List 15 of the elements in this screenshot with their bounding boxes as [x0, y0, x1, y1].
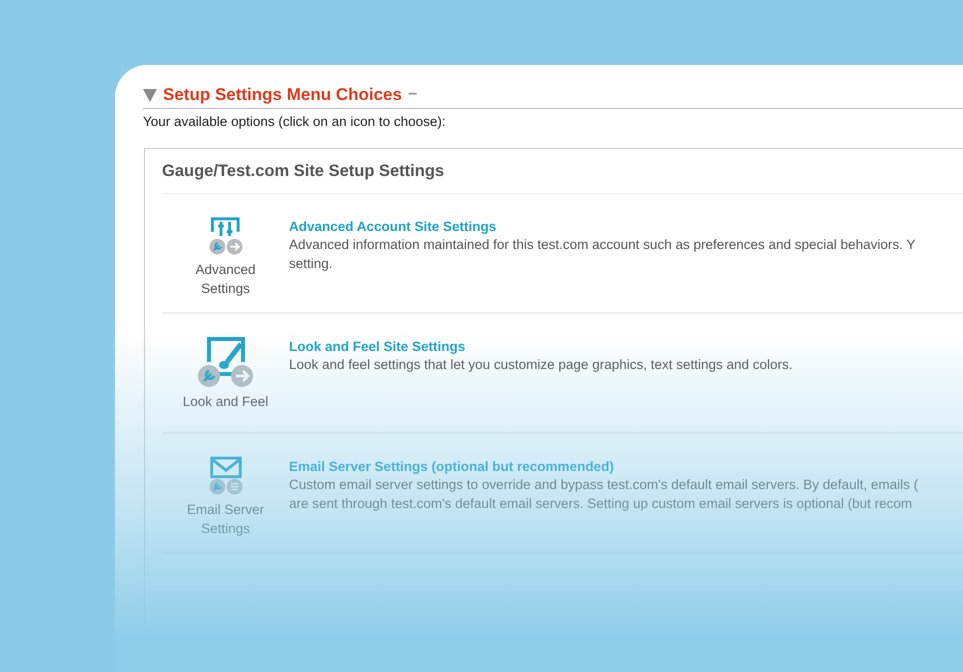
option-title-link[interactable]: Email Server Settings (optional but recommended): [289, 459, 918, 474]
collapse-toggle[interactable]: −: [408, 86, 418, 104]
group-title: Gauge/Test.com Site Setup Settings: [162, 149, 963, 194]
instructions-text: Your available options (click on an icon to choose):: [143, 114, 447, 129]
option-caption[interactable]: Email Server Settings: [186, 500, 264, 538]
paintbrush-screen-icon[interactable]: [196, 336, 254, 388]
section-title: Setup Settings Menu Choices: [163, 85, 402, 105]
collapse-triangle-icon[interactable]: [143, 88, 157, 102]
option-description: Look and feel settings that let you customize page graphics, text settings and colors.: [289, 356, 793, 374]
option-caption[interactable]: Look and Feel: [182, 392, 268, 411]
option-title-link[interactable]: Look and Feel Site Settings: [289, 339, 793, 354]
option-caption[interactable]: Advanced Settings: [195, 260, 256, 298]
option-description: Advanced information maintained for this test.com account such as preferences and special behaviors. Y setting.: [289, 236, 916, 273]
option-description: Custom email server settings to override and bypass test.com's default email servers. By default, emails ( are sent through test.com's default email servers. Setting up custom email servers is optional (but recom: [289, 476, 918, 513]
option-title-link[interactable]: Advanced Account Site Settings: [289, 219, 916, 234]
